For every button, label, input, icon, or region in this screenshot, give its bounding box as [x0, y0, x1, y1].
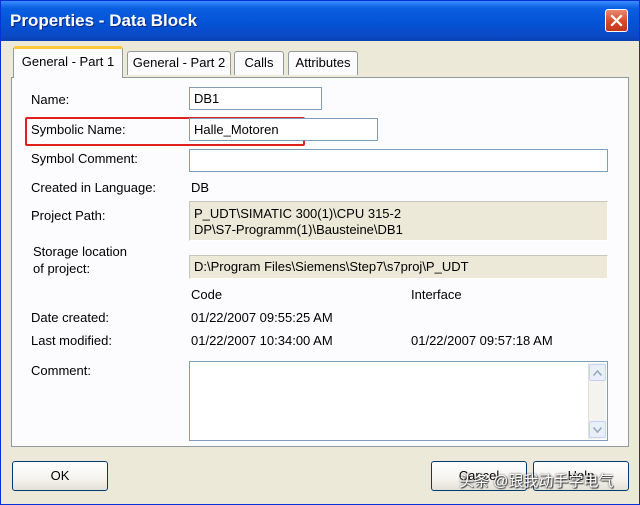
ok-button[interactable]: OK	[12, 461, 108, 491]
arrow-up-icon	[593, 369, 602, 376]
tab-general-part-1[interactable]: General - Part 1	[13, 46, 123, 78]
project-path-line-2: DP\S7-Programm(1)\Bausteine\DB1	[194, 222, 403, 237]
date-created-label: Date created:	[31, 310, 110, 325]
tab-general-part-2[interactable]: General - Part 2	[127, 51, 231, 75]
symbol-comment-label: Symbol Comment:	[31, 151, 138, 166]
watermark: 头条 @跟我动手学电气	[459, 473, 614, 490]
last-modified-code-value: 01/22/2007 10:34:00 AM	[191, 333, 333, 348]
date-created-code-value: 01/22/2007 09:55:25 AM	[191, 310, 333, 325]
symbol-comment-field[interactable]	[189, 149, 608, 172]
name-field[interactable]: DB1	[189, 87, 322, 110]
storage-location-label-line-2: of project:	[33, 261, 91, 276]
symbolic-name-field[interactable]: Halle_Motoren	[189, 118, 378, 141]
close-button[interactable]	[605, 9, 628, 32]
created-in-language-value: DB	[191, 180, 210, 195]
arrow-down-icon	[593, 426, 602, 433]
name-label: Name:	[31, 92, 70, 107]
scroll-up-button[interactable]	[589, 364, 606, 381]
comment-scrollbar[interactable]	[588, 363, 606, 439]
storage-location-label-line-1: Storage location	[33, 244, 127, 259]
last-modified-label: Last modified:	[31, 333, 112, 348]
created-in-language-label: Created in Language:	[31, 180, 157, 195]
project-path-line-1: P_UDT\SIMATIC 300(1)\CPU 315-2	[194, 206, 402, 221]
tab-attributes[interactable]: Attributes	[288, 51, 358, 75]
last-modified-interface-value: 01/22/2007 09:57:18 AM	[411, 333, 553, 348]
title-bar[interactable]: Properties - Data Block	[1, 1, 639, 41]
scroll-down-button[interactable]	[589, 421, 606, 438]
tab-calls[interactable]: Calls	[234, 51, 284, 75]
project-path-label: Project Path:	[31, 208, 106, 223]
project-path-field[interactable]: P_UDT\SIMATIC 300(1)\CPU 315-2 DP\S7-Pro…	[189, 201, 608, 241]
symbolic-name-label: Symbolic Name:	[31, 122, 126, 137]
comment-label: Comment:	[31, 363, 91, 378]
comment-textarea[interactable]	[189, 361, 608, 441]
column-header-interface: Interface	[411, 287, 462, 302]
window-title: Properties - Data Block	[10, 11, 198, 30]
storage-location-field[interactable]: D:\Program Files\Siemens\Step7\s7proj\P_…	[189, 255, 608, 279]
close-icon	[610, 14, 623, 27]
properties-dialog: Properties - Data Block General - Part 1…	[0, 0, 640, 505]
column-header-code: Code	[191, 287, 223, 302]
tab-strip: General - Part 1 General - Part 2 Calls …	[1, 41, 639, 81]
